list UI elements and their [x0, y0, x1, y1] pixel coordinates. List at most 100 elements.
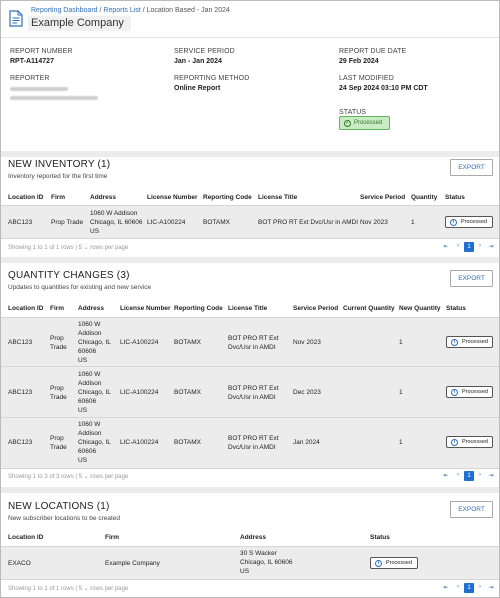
address-line: US: [240, 568, 250, 575]
prev-page-icon[interactable]: ‹: [454, 472, 462, 478]
pagination-summary: Showing 1 to 1 of 1 rows | 5 ⌄ rows per …: [8, 586, 129, 592]
first-page-icon[interactable]: ⇤: [442, 584, 450, 591]
column-header[interactable]: Location ID: [8, 534, 43, 541]
column-header[interactable]: License Number: [147, 194, 198, 201]
next-page-icon[interactable]: ›: [476, 472, 484, 478]
status-badge[interactable]: i Processed: [446, 336, 493, 348]
cell-firm: Prop Trade: [50, 384, 67, 402]
address-line: US: [78, 357, 88, 364]
service-period-label: SERVICE PERIOD: [174, 48, 235, 55]
address-line: 1060 W Addison: [90, 210, 138, 217]
table-rule: [1, 468, 499, 469]
license-title-line: Dvc/Usr in AMDI: [228, 344, 276, 351]
breadcrumb-current: Location Based - Jan 2024: [146, 7, 230, 14]
address-line: 60606: [78, 348, 97, 355]
breadcrumb-reporting-dashboard[interactable]: Reporting Dashboard: [31, 7, 98, 14]
reporting-method-label: REPORTING METHOD: [174, 75, 250, 82]
first-page-icon[interactable]: ⇤: [442, 472, 450, 479]
cell-reporting-code: BOTAMX: [203, 219, 230, 226]
column-header[interactable]: Quantity: [411, 194, 437, 201]
column-header[interactable]: Address: [90, 194, 116, 201]
report-status-text: Processed: [354, 120, 383, 126]
column-header[interactable]: License Number: [120, 305, 171, 312]
first-page-icon[interactable]: ⇤: [442, 243, 450, 250]
column-header[interactable]: Firm: [51, 194, 65, 201]
report-due-date: 29 Feb 2024: [339, 58, 379, 65]
export-button[interactable]: EXPORT: [450, 501, 493, 518]
last-page-icon[interactable]: ⇥: [487, 472, 495, 479]
pagination-summary: Showing 1 to 1 of 1 rows | 5 ⌄ rows per …: [8, 245, 129, 251]
column-header[interactable]: Address: [78, 305, 104, 312]
column-header[interactable]: Status: [445, 194, 465, 201]
reporter-email-redacted: [10, 96, 98, 100]
column-header[interactable]: Service Period: [360, 194, 405, 201]
address-line: Chicago, IL 60606: [240, 559, 293, 566]
cell-location-id: EXACO: [8, 560, 31, 567]
section-title: NEW LOCATIONS (1): [8, 501, 110, 512]
reporter-name-redacted: [10, 87, 68, 91]
firm-line: Trade: [50, 444, 67, 451]
firm-line: Trade: [50, 394, 67, 401]
prev-page-icon[interactable]: ‹: [454, 243, 462, 249]
column-header[interactable]: Firm: [105, 534, 119, 541]
address-line: Chicago, IL 60606: [90, 219, 143, 226]
export-button[interactable]: EXPORT: [450, 270, 493, 287]
address-line: Addison: [78, 380, 102, 387]
cell-address: 30 S Wacker Chicago, IL 60606 US: [240, 549, 293, 576]
page-number-button[interactable]: 1: [464, 242, 474, 252]
status-badge[interactable]: i Processed: [446, 436, 493, 448]
export-button[interactable]: EXPORT: [450, 159, 493, 176]
cell-license-title: BOT PRO RT Ext Dvc/Usr in AMDI: [228, 384, 279, 402]
status-badge[interactable]: i Processed: [370, 557, 418, 569]
column-header[interactable]: Status: [446, 305, 466, 312]
next-page-icon[interactable]: ›: [476, 584, 484, 590]
cell-reporting-code: BOTAMX: [174, 439, 201, 446]
cell-service-period: Nov 2023: [293, 339, 321, 346]
cell-address: 1060 W Addison Chicago, IL 60606 US: [78, 320, 111, 365]
breadcrumb: Reporting Dashboard / Reports List / Loc…: [31, 7, 230, 14]
document-icon: [9, 10, 23, 27]
column-header[interactable]: Reporting Code: [174, 305, 223, 312]
address-line: 60606: [78, 448, 97, 455]
cell-license-number: LIC-A100224: [120, 389, 159, 396]
section-divider: [1, 257, 499, 263]
next-page-icon[interactable]: ›: [476, 243, 484, 249]
report-due-date-label: REPORT DUE DATE: [339, 48, 407, 55]
column-header[interactable]: Current Quantity: [343, 305, 395, 312]
prev-page-icon[interactable]: ‹: [454, 584, 462, 590]
column-header[interactable]: Reporting Code: [203, 194, 252, 201]
service-period: Jan - Jan 2024: [174, 58, 222, 65]
column-header[interactable]: Address: [240, 534, 266, 541]
license-title-line: BOT PRO RT Ext: [228, 335, 279, 342]
license-title-line: Dvc/Usr in AMDI: [228, 394, 276, 401]
column-header[interactable]: Status: [370, 534, 390, 541]
status-text: Processed: [462, 439, 488, 445]
column-header[interactable]: Service Period: [293, 305, 338, 312]
column-header[interactable]: License Title: [258, 194, 297, 201]
status-text: Processed: [462, 389, 488, 395]
column-header[interactable]: Location ID: [8, 194, 43, 201]
info-icon: i: [451, 389, 458, 396]
cell-license-title: BOT PRO RT Ext Dvc/Usr in AMDI: [228, 334, 279, 352]
report-details: REPORT NUMBER RPT-A114727 SERVICE PERIOD…: [1, 37, 499, 151]
page-number-button[interactable]: 1: [464, 583, 474, 593]
table-rule: [1, 238, 499, 239]
column-header[interactable]: Firm: [50, 305, 64, 312]
status-badge[interactable]: i Processed: [445, 216, 493, 228]
last-page-icon[interactable]: ⇥: [487, 584, 495, 591]
section-subtitle: New subscriber locations to be created: [8, 515, 121, 522]
cell-firm: Example Company: [105, 560, 160, 567]
column-header[interactable]: Location ID: [8, 305, 43, 312]
section-title: NEW INVENTORY (1): [8, 159, 111, 170]
cell-new-quantity: 1: [399, 439, 403, 446]
section-subtitle: Inventory reported for the first time: [8, 173, 108, 180]
last-page-icon[interactable]: ⇥: [487, 243, 495, 250]
column-header[interactable]: New Quantity: [399, 305, 441, 312]
page-number-button[interactable]: 1: [464, 471, 474, 481]
column-header[interactable]: License Title: [228, 305, 267, 312]
report-page: Reporting Dashboard / Reports List / Loc…: [0, 0, 500, 598]
status-badge[interactable]: i Processed: [446, 386, 493, 398]
breadcrumb-reports-list[interactable]: Reports List: [103, 7, 140, 14]
reporter-label: REPORTER: [10, 75, 50, 82]
status-text: Processed: [461, 219, 487, 225]
